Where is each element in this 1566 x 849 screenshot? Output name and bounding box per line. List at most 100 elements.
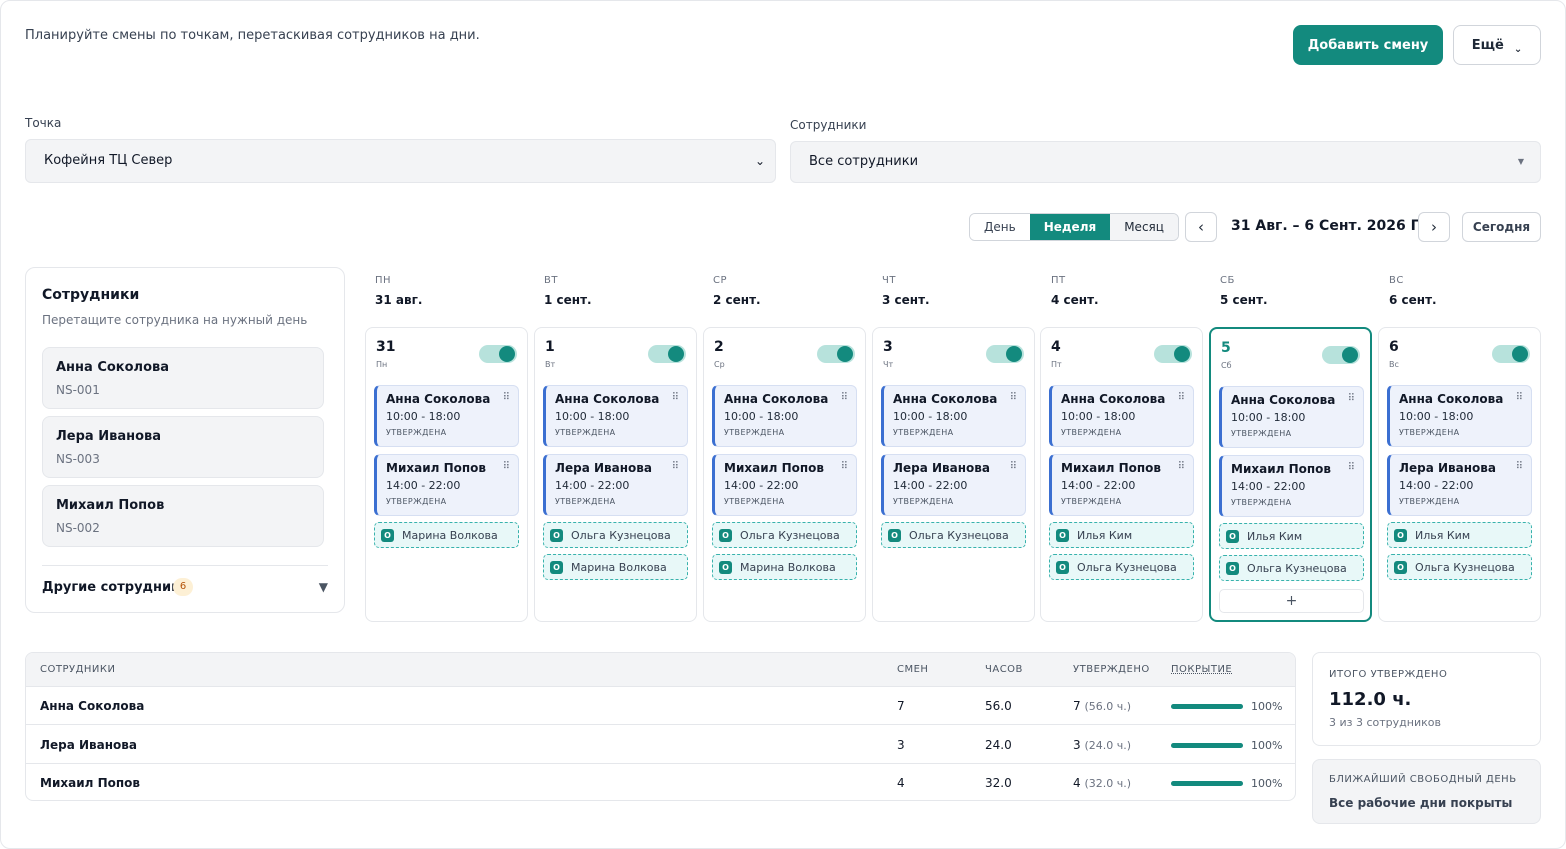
available-employee[interactable]: О Илья Ким [1387, 522, 1532, 548]
day-header-weekday: ЧТ [882, 275, 896, 286]
coverage-percent: 100% [1251, 738, 1283, 752]
available-employee[interactable]: О Марина Волкова [374, 522, 519, 548]
drag-handle-icon[interactable]: ⠿ [672, 392, 679, 403]
available-employee[interactable]: О Ольга Кузнецова [712, 522, 857, 548]
coverage-percent: 100% [1251, 700, 1283, 713]
shift-card[interactable]: Михаил Попов 14:00 - 22:00 УТВЕРЖДЕНА ⠿ [374, 454, 519, 516]
employee-name: Лера Иванова [56, 429, 162, 444]
available-employee[interactable]: О Марина Волкова [543, 554, 688, 580]
coverage-header[interactable]: ПОКРЫТИЕ [1171, 664, 1232, 675]
day-number: 5 [1221, 340, 1231, 356]
chevron-right-icon: › [1431, 218, 1437, 236]
drag-handle-icon[interactable]: ⠿ [1178, 461, 1185, 472]
available-employee-name: Марина Волкова [402, 529, 498, 542]
shift-employee: Анна Соколова [893, 392, 998, 406]
shift-card[interactable]: Лера Иванова 14:00 - 22:00 УТВЕРЖДЕНА ⠿ [881, 454, 1026, 516]
drag-handle-icon[interactable]: ⠿ [1516, 461, 1523, 472]
day-header: ЧТ 3 сент. [882, 275, 930, 307]
available-employee[interactable]: О Ольга Кузнецова [1387, 554, 1532, 580]
drag-handle-icon[interactable]: ⠿ [503, 392, 510, 403]
drag-handle-icon[interactable]: ⠿ [1010, 461, 1017, 472]
point-select[interactable]: Кофейня ТЦ Север ⌄ [25, 139, 776, 183]
today-button[interactable]: Сегодня [1462, 212, 1541, 242]
employee-card[interactable]: Анна Соколова NS-001 [42, 347, 324, 409]
next-week-button[interactable]: › [1418, 212, 1450, 242]
employee-card[interactable]: Лера Иванова NS-003 [42, 416, 324, 478]
shift-employee: Лера Иванова [893, 461, 990, 475]
other-employees-toggle[interactable]: Другие сотрудники 6 ▼ [42, 565, 328, 609]
view-mode-month[interactable]: Месяц [1110, 214, 1178, 240]
drag-handle-icon[interactable]: ⠿ [841, 461, 848, 472]
available-employee[interactable]: О Марина Волкова [712, 554, 857, 580]
more-button[interactable]: Ещё ⌄ [1453, 25, 1541, 65]
shift-card[interactable]: Лера Иванова 14:00 - 22:00 УТВЕРЖДЕНА ⠿ [1387, 454, 1532, 516]
shift-card[interactable]: Анна Соколова 10:00 - 18:00 УТВЕРЖДЕНА ⠿ [543, 385, 688, 447]
shift-card[interactable]: Михаил Попов 14:00 - 22:00 УТВЕРЖДЕНА ⠿ [712, 454, 857, 516]
available-employee[interactable]: О Ольга Кузнецова [543, 522, 688, 548]
row-approved-hours: (32.0 ч.) [1084, 777, 1132, 790]
table-header-cell: УТВЕРЖДЕНО [1073, 664, 1150, 675]
available-employee[interactable]: О Ольга Кузнецова [1049, 554, 1194, 580]
shift-card[interactable]: Лера Иванова 14:00 - 22:00 УТВЕРЖДЕНА ⠿ [543, 454, 688, 516]
day-toggle[interactable] [1154, 345, 1192, 363]
prev-week-button[interactable]: ‹ [1185, 212, 1217, 242]
row-employee-name: Михаил Попов [40, 776, 140, 790]
employees-select[interactable]: Все сотрудники ▼ [790, 141, 1541, 183]
available-employee[interactable]: О Илья Ким [1049, 522, 1194, 548]
total-approved-title: ИТОГО УТВЕРЖДЕНО [1329, 669, 1448, 680]
other-employees-label: Другие сотрудники [42, 580, 190, 595]
day-column[interactable]: 2 Ср Анна Соколова 10:00 - 18:00 УТВЕРЖД… [703, 327, 866, 622]
available-employee[interactable]: О Ольга Кузнецова [1219, 555, 1364, 581]
shift-card[interactable]: Анна Соколова 10:00 - 18:00 УТВЕРЖДЕНА ⠿ [881, 385, 1026, 447]
drag-handle-icon[interactable]: ⠿ [1348, 393, 1355, 404]
day-column[interactable]: 1 Вт Анна Соколова 10:00 - 18:00 УТВЕРЖД… [534, 327, 697, 622]
day-toggle[interactable] [479, 345, 517, 363]
shift-time: 14:00 - 22:00 [1231, 480, 1306, 493]
shift-card[interactable]: Анна Соколова 10:00 - 18:00 УТВЕРЖДЕНА ⠿ [712, 385, 857, 447]
day-toggle[interactable] [648, 345, 686, 363]
day-column[interactable]: 6 Вс Анна Соколова 10:00 - 18:00 УТВЕРЖД… [1378, 327, 1541, 622]
day-toggle[interactable] [986, 345, 1024, 363]
shift-card[interactable]: Анна Соколова 10:00 - 18:00 УТВЕРЖДЕНА ⠿ [1049, 385, 1194, 447]
day-column[interactable]: 31 Пн Анна Соколова 10:00 - 18:00 УТВЕРЖ… [365, 327, 528, 622]
available-employee[interactable]: О Ольга Кузнецова [881, 522, 1026, 548]
add-shift-button[interactable]: Добавить смену [1293, 25, 1443, 65]
coverage-bar [1171, 742, 1243, 748]
shift-card[interactable]: Анна Соколова 10:00 - 18:00 УТВЕРЖДЕНА ⠿ [1387, 385, 1532, 447]
add-shift-cell[interactable]: + [1219, 589, 1364, 613]
shift-status: УТВЕРЖДЕНА [724, 428, 785, 437]
available-badge-icon: О [1394, 561, 1407, 574]
available-employee-name: Илья Ким [1415, 529, 1471, 542]
view-mode-day[interactable]: День [970, 214, 1030, 240]
shift-card[interactable]: Анна Соколова 10:00 - 18:00 УТВЕРЖДЕНА ⠿ [1219, 386, 1364, 448]
day-column[interactable]: 3 Чт Анна Соколова 10:00 - 18:00 УТВЕРЖД… [872, 327, 1035, 622]
total-approved-value: 112.0 ч. [1329, 689, 1412, 710]
day-header-date: 4 сент. [1051, 293, 1099, 307]
point-select-value: Кофейня ТЦ Север [44, 153, 173, 168]
day-toggle[interactable] [1322, 346, 1360, 364]
day-toggle[interactable] [1492, 345, 1530, 363]
shift-card[interactable]: Михаил Попов 14:00 - 22:00 УТВЕРЖДЕНА ⠿ [1049, 454, 1194, 516]
day-weekday: Вс [1389, 360, 1399, 369]
drag-handle-icon[interactable]: ⠿ [1178, 392, 1185, 403]
day-column[interactable]: 4 Пт Анна Соколова 10:00 - 18:00 УТВЕРЖД… [1040, 327, 1203, 622]
available-employee-name: Ольга Кузнецова [740, 529, 840, 542]
drag-handle-icon[interactable]: ⠿ [1348, 462, 1355, 473]
shift-card[interactable]: Михаил Попов 14:00 - 22:00 УТВЕРЖДЕНА ⠿ [1219, 455, 1364, 517]
drag-handle-icon[interactable]: ⠿ [1010, 392, 1017, 403]
shift-employee: Михаил Попов [1061, 461, 1161, 475]
row-hours: 32.0 [985, 776, 1012, 790]
day-column[interactable]: 5 Сб Анна Соколова 10:00 - 18:00 УТВЕРЖД… [1209, 327, 1372, 622]
shift-time: 14:00 - 22:00 [386, 479, 461, 492]
drag-handle-icon[interactable]: ⠿ [503, 461, 510, 472]
drag-handle-icon[interactable]: ⠿ [841, 392, 848, 403]
shift-card[interactable]: Анна Соколова 10:00 - 18:00 УТВЕРЖДЕНА ⠿ [374, 385, 519, 447]
drag-handle-icon[interactable]: ⠿ [672, 461, 679, 472]
day-header-weekday: ВТ [544, 275, 558, 286]
employee-card[interactable]: Михаил Попов NS-002 [42, 485, 324, 547]
day-toggle[interactable] [817, 345, 855, 363]
shift-employee: Лера Иванова [555, 461, 652, 475]
drag-handle-icon[interactable]: ⠿ [1516, 392, 1523, 403]
view-mode-week[interactable]: Неделя [1029, 214, 1111, 240]
available-employee[interactable]: О Илья Ким [1219, 523, 1364, 549]
